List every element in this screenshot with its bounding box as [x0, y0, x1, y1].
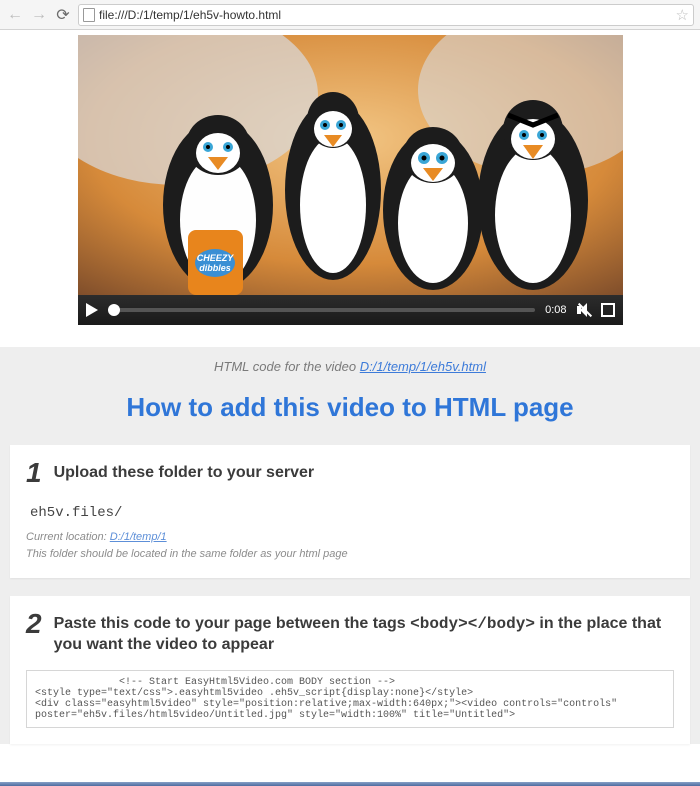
seek-thumb[interactable] [108, 304, 120, 316]
caption-line: HTML code for the video D:/1/temp/1/eh5v… [0, 359, 700, 374]
play-button[interactable] [86, 303, 98, 317]
browser-toolbar: ← → ⟳ ☆ [0, 0, 700, 30]
loc-link[interactable]: D:/1/temp/1 [110, 531, 167, 543]
step-1: 1 Upload these folder to your server eh5… [10, 445, 690, 578]
svg-text:CHEEZY: CHEEZY [196, 253, 234, 263]
url-input[interactable] [99, 8, 672, 22]
video-controls: 0:08 [78, 295, 623, 325]
back-button[interactable]: ← [6, 6, 24, 24]
code-snippet[interactable]: <!-- Start EasyHtml5Video.com BODY secti… [26, 670, 674, 728]
fullscreen-button[interactable] [601, 303, 615, 317]
bookmark-star-icon[interactable]: ☆ [676, 6, 689, 24]
loc-prefix: Current location: [26, 531, 110, 543]
step-1-number: 1 [26, 459, 42, 487]
address-bar[interactable]: ☆ [78, 4, 694, 26]
page-icon [83, 8, 95, 22]
svg-text:dibbles: dibbles [199, 263, 231, 273]
reload-button[interactable]: ⟳ [54, 6, 72, 24]
current-location: Current location: D:/1/temp/1 [26, 529, 674, 546]
forward-button[interactable]: → [30, 6, 48, 24]
seek-track[interactable] [108, 308, 536, 312]
page-title: How to add this video to HTML page [0, 392, 700, 423]
page-content: CHEEZY dibbles [0, 30, 700, 786]
instruction-area: HTML code for the video D:/1/temp/1/eh5v… [0, 347, 700, 744]
video-frame[interactable]: CHEEZY dibbles [78, 35, 623, 295]
video-time: 0:08 [545, 304, 566, 316]
folder-note: This folder should be located in the sam… [26, 546, 674, 563]
caption-prefix: HTML code for the video [214, 359, 360, 374]
video-player: CHEEZY dibbles [78, 35, 623, 325]
caption-link[interactable]: D:/1/temp/1/eh5v.html [360, 359, 486, 374]
step-2: 2 Paste this code to your page between t… [10, 596, 690, 744]
window-bottom-edge [0, 782, 700, 786]
step-2-number: 2 [26, 610, 42, 638]
step-1-title: Upload these folder to your server [54, 459, 315, 484]
folder-name: eh5v.files/ [30, 505, 674, 521]
step-2-title: Paste this code to your page between the… [54, 610, 674, 656]
mute-button[interactable] [577, 303, 591, 317]
